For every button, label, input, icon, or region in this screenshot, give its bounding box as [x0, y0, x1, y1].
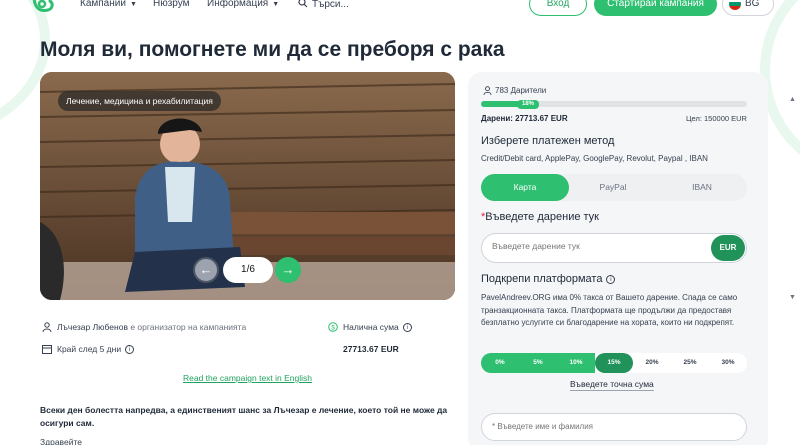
donated-amount: Дарени: 27713.67 EUR: [481, 114, 568, 123]
search-icon: [298, 0, 308, 8]
donors-count: 783 Дарители: [483, 86, 546, 95]
support-platform-heading: Подкрепи платформата i: [481, 273, 616, 285]
end-date-text: Край след 5 дни: [57, 344, 122, 354]
previous-slide-button[interactable]: ←: [193, 257, 219, 283]
page-title: Моля ви, помогнете ми да се преборя с ра…: [40, 38, 505, 61]
tip-10-percent[interactable]: 10%: [557, 353, 595, 373]
donation-heading-text: Въведете дарение тук: [485, 211, 599, 223]
nav-campaigns[interactable]: Кампании ▼: [80, 0, 137, 9]
svg-text:$: $: [331, 325, 335, 332]
info-icon[interactable]: i: [125, 345, 135, 354]
tab-card[interactable]: Карта: [481, 174, 569, 201]
donors-text: 783 Дарители: [495, 86, 547, 95]
login-button[interactable]: Вход: [529, 0, 587, 16]
next-slide-button[interactable]: →: [275, 257, 301, 283]
nav-information-label: Информация: [207, 0, 269, 9]
scroll-down-icon[interactable]: ▼: [789, 294, 796, 301]
donation-amount-field: EUR: [481, 233, 747, 263]
tip-30-percent[interactable]: 30%: [709, 353, 747, 373]
organizer-row: Лъчезар Любенов е организатор на кампани…: [42, 322, 246, 332]
organizer-name[interactable]: Лъчезар Любенов: [57, 322, 128, 332]
info-icon[interactable]: i: [606, 275, 616, 284]
category-badge: Лечение, медицина и рехабилитация: [58, 91, 221, 111]
available-sum-value: 27713.67 EUR: [343, 344, 399, 354]
user-icon: [483, 86, 492, 95]
top-nav: Кампании ▼ Нюзрум Информация ▼ Търси... Вх…: [0, 0, 800, 18]
payment-tabs: Карта PayPal IBAN: [481, 174, 747, 201]
arrow-left-icon: ←: [199, 262, 213, 277]
donation-amount-input[interactable]: [492, 241, 692, 251]
campaign-description-greeting: Здравейте: [40, 437, 82, 445]
language-label: BG: [745, 0, 760, 9]
chevron-down-icon: ▼: [272, 1, 280, 8]
support-platform-text: PavelAndreev.ORG има 0% такса от Вашето …: [481, 293, 738, 327]
organizer-role: е организатор на кампанията: [130, 322, 247, 332]
tip-25-percent[interactable]: 25%: [671, 353, 709, 373]
read-in-english-link[interactable]: Read the campaign text in English: [183, 373, 312, 383]
user-icon: [42, 322, 52, 332]
nav-campaigns-label: Кампании: [80, 0, 126, 9]
tip-20-percent[interactable]: 20%: [633, 353, 671, 373]
tip-15-percent[interactable]: 15%: [595, 353, 633, 373]
nav-newsroom[interactable]: Нюзрум: [153, 0, 190, 9]
goal-amount: Цел: 150000 EUR: [686, 114, 747, 123]
calendar-icon: [42, 345, 52, 354]
available-sum-row: $ Налична сума i: [328, 322, 412, 332]
logo-icon[interactable]: [30, 0, 56, 16]
payment-method-heading: Изберете платежен метод: [481, 135, 615, 147]
scroll-up-icon[interactable]: ▲: [789, 96, 796, 103]
full-name-input[interactable]: [492, 422, 732, 431]
end-date-row: Край след 5 дни i: [42, 344, 135, 354]
language-selector[interactable]: BG: [722, 0, 774, 16]
nav-information[interactable]: Информация ▼: [207, 0, 279, 9]
start-campaign-button[interactable]: Стартирай кампания: [594, 0, 717, 16]
tab-iban[interactable]: IBAN: [657, 174, 747, 201]
money-icon: $: [328, 322, 338, 332]
slide-counter: 1/6: [223, 257, 273, 283]
info-icon[interactable]: i: [402, 323, 412, 332]
available-sum-label: Налична сума: [343, 322, 399, 332]
campaign-description: Всеки ден болестта напредва, а единствен…: [40, 405, 448, 428]
arrow-right-icon: →: [281, 262, 295, 277]
search-box[interactable]: Търси...: [298, 0, 349, 10]
currency-button[interactable]: EUR: [711, 235, 745, 261]
chevron-down-icon: ▼: [129, 1, 137, 8]
search-placeholder: Търси...: [312, 0, 349, 10]
tab-paypal[interactable]: PayPal: [569, 174, 657, 201]
page: Кампании ▼ Нюзрум Информация ▼ Търси... Вх…: [0, 0, 800, 445]
progress-badge: 18%: [517, 100, 539, 109]
donation-heading: *Въведете дарение тук: [481, 211, 599, 223]
exact-amount-link[interactable]: Въведете точна сума: [570, 379, 654, 391]
tip-0-percent[interactable]: 0%: [481, 353, 519, 373]
bulgaria-flag-icon: [729, 0, 741, 10]
support-heading-text: Подкрепи платформата: [481, 273, 603, 285]
payment-methods-list: Credit/Debit card, ApplePay, GooglePay, …: [481, 154, 708, 163]
tip-5-percent[interactable]: 5%: [519, 353, 557, 373]
full-name-field: [481, 413, 747, 441]
